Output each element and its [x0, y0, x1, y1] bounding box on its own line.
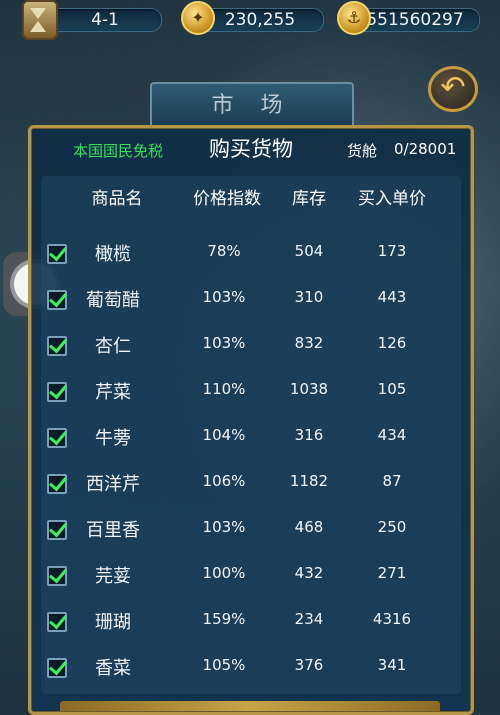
- select-checkbox[interactable]: [47, 428, 67, 448]
- price-index: 100%: [202, 564, 246, 582]
- select-checkbox[interactable]: [47, 566, 67, 586]
- select-checkbox[interactable]: [47, 244, 67, 264]
- unit-price: 271: [377, 564, 407, 582]
- buy-goods-panel: 本国国民免税 购买货物 货舱 0/28001 商品名 价格指数 库存 买入单价 …: [28, 125, 474, 715]
- select-checkbox[interactable]: [47, 336, 67, 356]
- goods-row[interactable]: 牛蒡 104% 316 434: [31, 424, 471, 470]
- goods-row[interactable]: 百里香 103% 468 250: [31, 516, 471, 562]
- goods-name: 香菜: [95, 658, 131, 679]
- hourglass-icon: [22, 0, 58, 40]
- stock: 432: [294, 564, 324, 582]
- level-display: 4-1: [48, 8, 162, 32]
- goods-name: 百里香: [86, 520, 140, 541]
- unit-price: 173: [377, 242, 407, 260]
- select-checkbox[interactable]: [47, 474, 67, 494]
- column-header-unit-price: 买入单价: [358, 189, 426, 209]
- goods-name: 橄榄: [95, 244, 131, 265]
- unit-price: 434: [377, 426, 407, 444]
- goods-name: 芫荽: [95, 566, 131, 587]
- goods-name: 西洋芹: [86, 474, 140, 495]
- ducats-value: 551560297: [366, 10, 464, 30]
- cargo-label: 货舱: [347, 142, 378, 160]
- unit-price: 250: [377, 518, 407, 536]
- unit-price: 87: [382, 472, 402, 490]
- column-header-stock: 库存: [292, 189, 326, 209]
- goods-row[interactable]: 葡萄醋 103% 310 443: [31, 286, 471, 332]
- stock: 1182: [289, 472, 329, 490]
- goods-name: 牛蒡: [95, 428, 131, 449]
- goods-row[interactable]: 芫荽 100% 432 271: [31, 562, 471, 608]
- market-title: 市 场: [150, 82, 354, 128]
- cargo-value: 0/28001: [394, 140, 457, 158]
- goods-row[interactable]: 橄榄 78% 504 173: [31, 240, 471, 286]
- goods-row[interactable]: 香菜 105% 376 341: [31, 654, 471, 700]
- unit-price: 105: [377, 380, 407, 398]
- goods-row[interactable]: 珊瑚 159% 234 4316: [31, 608, 471, 654]
- select-checkbox[interactable]: [47, 612, 67, 632]
- stock: 468: [294, 518, 324, 536]
- column-header-name: 商品名: [91, 189, 143, 209]
- back-button[interactable]: ↶: [428, 66, 478, 112]
- stock: 1038: [289, 380, 329, 398]
- panel-bottom-frame: [60, 701, 440, 711]
- stock: 832: [294, 334, 324, 352]
- price-index: 103%: [202, 288, 246, 306]
- level-value: 4-1: [91, 10, 119, 30]
- price-index: 105%: [202, 656, 246, 674]
- goods-name: 芹菜: [95, 382, 131, 403]
- anchor-coin-icon: ⚓: [337, 1, 371, 35]
- price-index: 110%: [202, 380, 246, 398]
- stock: 316: [294, 426, 324, 444]
- select-checkbox[interactable]: [47, 658, 67, 678]
- price-index: 78%: [207, 242, 241, 260]
- back-arrow-icon: ↶: [440, 70, 466, 105]
- goods-name: 葡萄醋: [86, 290, 140, 311]
- stock: 310: [294, 288, 324, 306]
- gold-coin-icon: ✦: [181, 1, 215, 35]
- goods-row[interactable]: 杏仁 103% 832 126: [31, 332, 471, 378]
- stock: 504: [294, 242, 324, 260]
- goods-row[interactable]: 西洋芹 106% 1182 87: [31, 470, 471, 516]
- unit-price: 126: [377, 334, 407, 352]
- goods-name: 杏仁: [95, 336, 131, 357]
- panel-header: 本国国民免税 购买货物 货舱 0/28001: [31, 128, 471, 170]
- price-index: 104%: [202, 426, 246, 444]
- goods-row[interactable]: 芹菜 110% 1038 105: [31, 378, 471, 424]
- unit-price: 443: [377, 288, 407, 306]
- stock: 234: [294, 610, 324, 628]
- select-checkbox[interactable]: [47, 290, 67, 310]
- price-index: 106%: [202, 472, 246, 490]
- select-checkbox[interactable]: [47, 520, 67, 540]
- goods-name: 珊瑚: [95, 612, 131, 633]
- select-checkbox[interactable]: [47, 382, 67, 402]
- gold-display: 230,255: [196, 8, 324, 32]
- unit-price: 341: [377, 656, 407, 674]
- price-index: 103%: [202, 334, 246, 352]
- unit-price: 4316: [372, 610, 412, 628]
- top-resource-bar: 4-1 230,255 ✦ 551560297 ⚓: [0, 0, 500, 40]
- gold-value: 230,255: [224, 10, 296, 30]
- price-index: 103%: [202, 518, 246, 536]
- price-index: 159%: [202, 610, 246, 628]
- column-header-price-index: 价格指数: [193, 189, 261, 209]
- stock: 376: [294, 656, 324, 674]
